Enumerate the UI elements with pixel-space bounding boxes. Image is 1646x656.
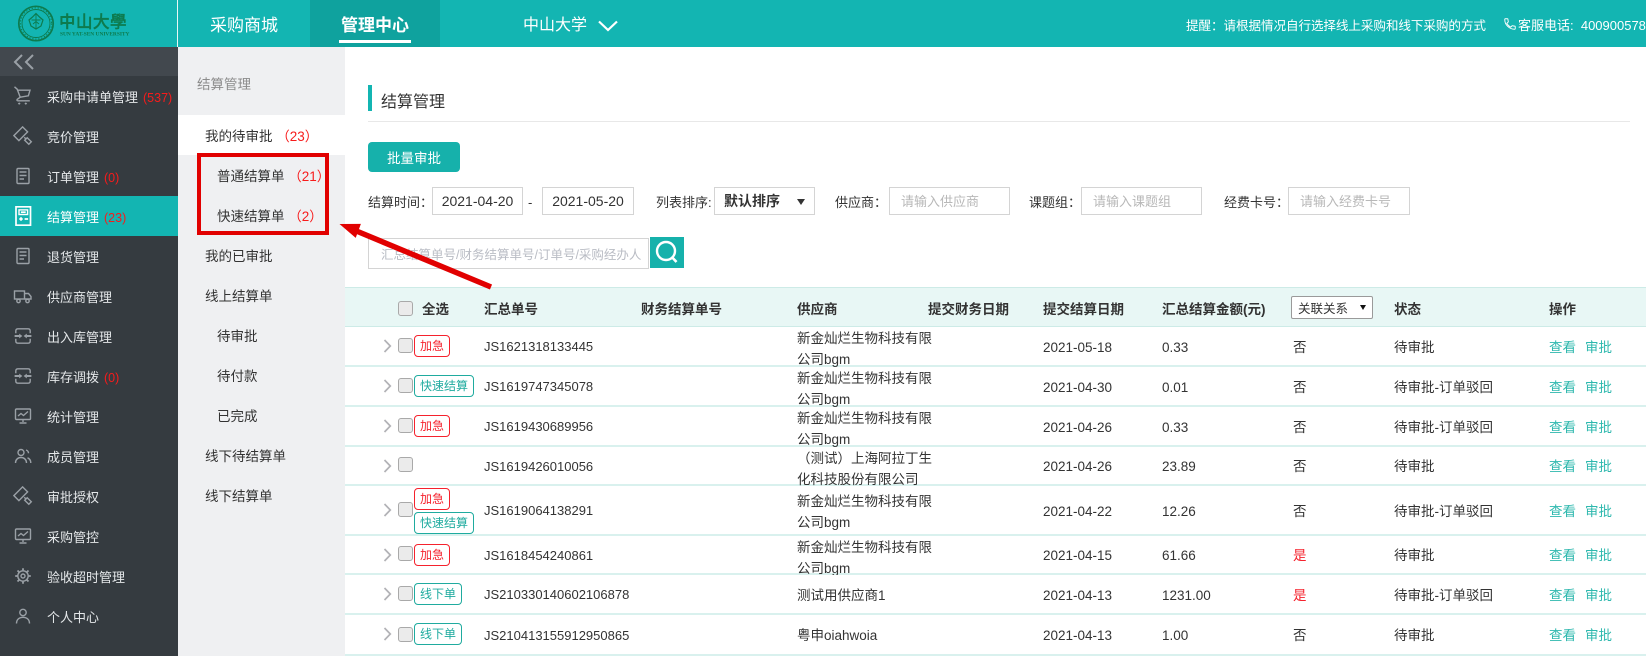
svg-text:中山大學: 中山大學 [59,9,127,33]
svg-text:SUN YAT-SEN UNIVERSITY: SUN YAT-SEN UNIVERSITY [60,32,130,38]
